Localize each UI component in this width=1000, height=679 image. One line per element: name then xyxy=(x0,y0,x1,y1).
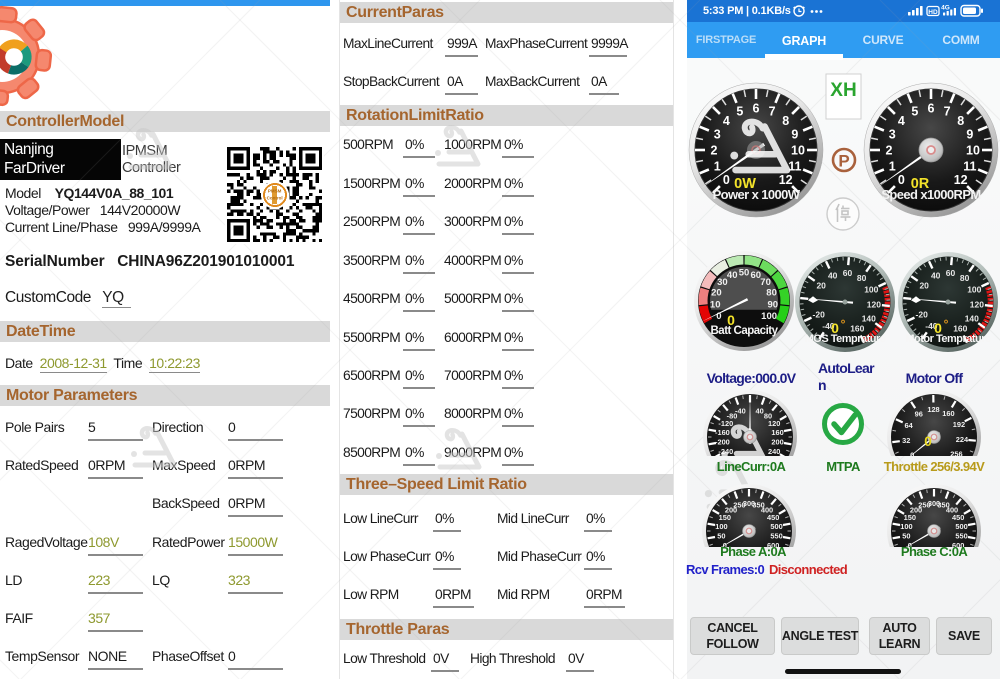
svg-text:Control: Control xyxy=(267,196,283,201)
svg-text:PMSM: PMSM xyxy=(268,189,282,194)
